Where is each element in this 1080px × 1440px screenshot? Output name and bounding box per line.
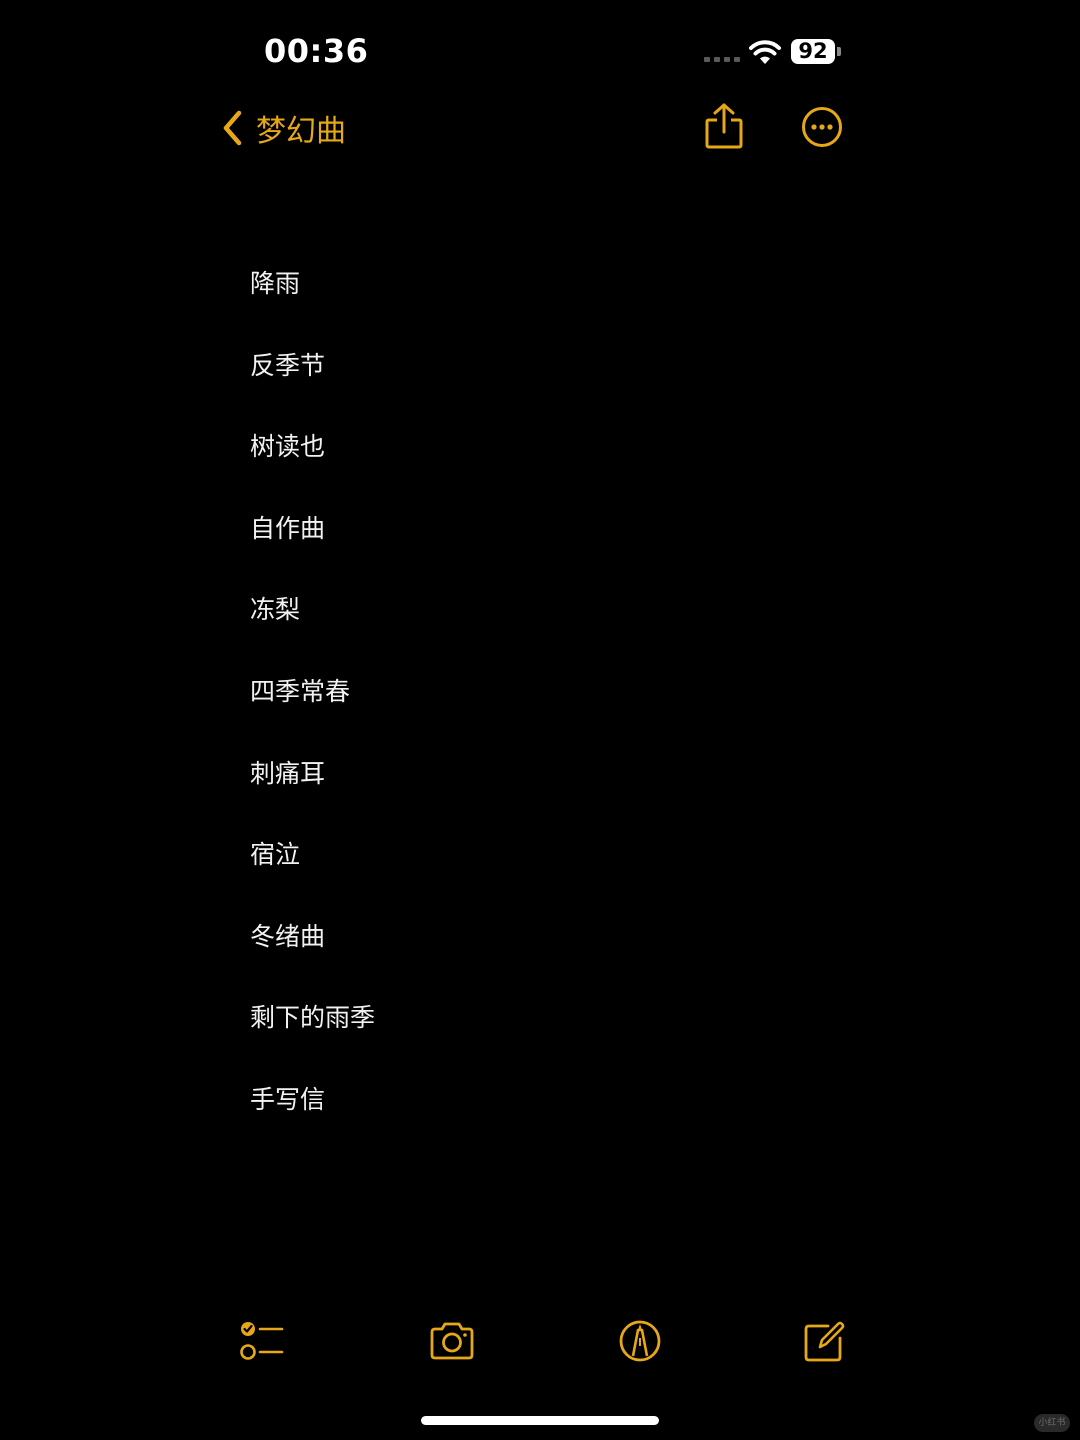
note-line[interactable]: 宿泣: [250, 833, 375, 915]
battery-level: 92: [791, 39, 835, 64]
wifi-icon: [749, 40, 781, 64]
note-line[interactable]: 刺痛耳: [250, 752, 375, 834]
note-line[interactable]: 剩下的雨季: [250, 996, 375, 1078]
back-button-label: 梦幻曲: [256, 114, 346, 149]
camera-icon[interactable]: [428, 1318, 476, 1364]
status-time: 00:36: [264, 32, 369, 70]
note-line[interactable]: 四季常春: [250, 670, 375, 752]
markup-pen-icon[interactable]: [616, 1318, 664, 1364]
ellipsis-circle-icon[interactable]: [801, 106, 843, 148]
note-line[interactable]: 手写信: [250, 1078, 375, 1160]
cellular-signal-icon: [704, 57, 740, 62]
compose-icon[interactable]: [800, 1318, 848, 1364]
checklist-icon[interactable]: [238, 1318, 286, 1364]
note-line[interactable]: 树读也: [250, 425, 375, 507]
note-line[interactable]: 自作曲: [250, 507, 375, 589]
notes-screen: 00:36 92 梦幻曲 降雨 反季节 树读也 自作曲 冻梨 四季常春 刺痛耳 …: [0, 0, 1080, 1440]
note-line[interactable]: 冬绪曲: [250, 915, 375, 997]
chevron-left-icon: [223, 110, 242, 146]
share-icon[interactable]: [703, 102, 745, 150]
note-line[interactable]: 降雨: [250, 262, 375, 344]
note-line[interactable]: 冻梨: [250, 588, 375, 670]
back-button[interactable]: 梦幻曲: [220, 104, 346, 152]
note-line[interactable]: 反季节: [250, 344, 375, 426]
home-indicator[interactable]: [421, 1416, 659, 1425]
battery-tip: [837, 47, 841, 56]
watermark: 小红书: [1034, 1414, 1070, 1432]
note-body[interactable]: 降雨 反季节 树读也 自作曲 冻梨 四季常春 刺痛耳 宿泣 冬绪曲 剩下的雨季 …: [250, 262, 375, 1160]
